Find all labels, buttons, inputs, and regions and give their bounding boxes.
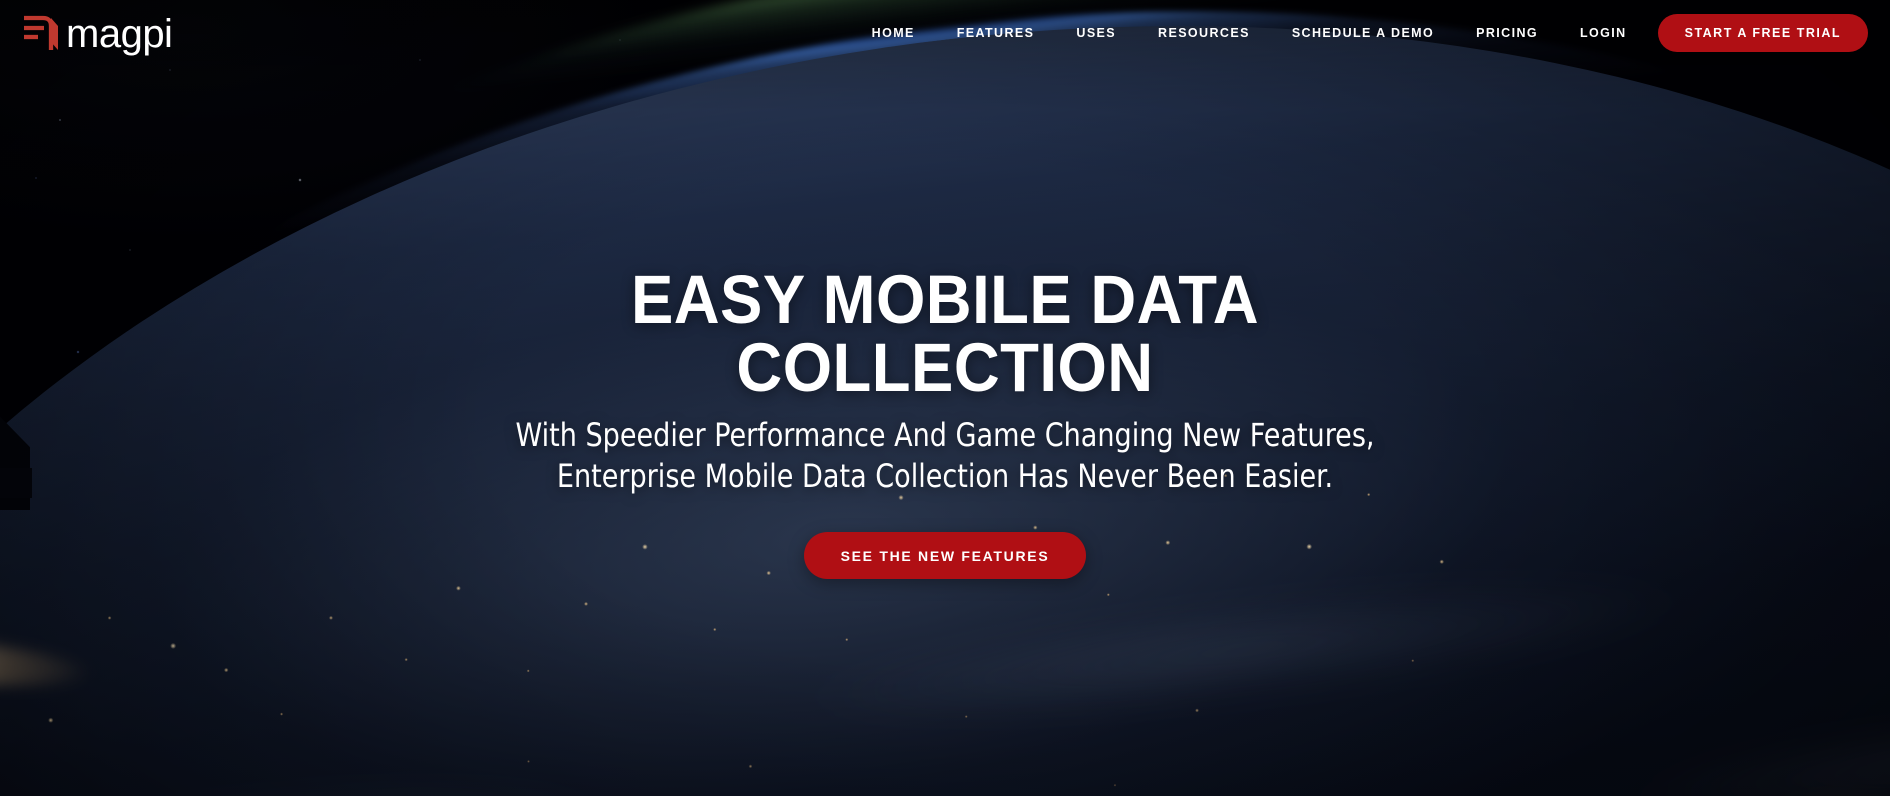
- magpi-logo-mark-icon: [16, 9, 62, 58]
- hero-subheadline-line-1: With Speedier Performance And Game Chang…: [515, 416, 1375, 455]
- nav-link-pricing[interactable]: PRICING: [1455, 27, 1559, 40]
- hero-headline-line-1: EASY MOBILE DATA: [630, 261, 1260, 338]
- nav-link-resources[interactable]: RESOURCES: [1137, 27, 1271, 40]
- start-free-trial-button[interactable]: START A FREE TRIAL: [1657, 14, 1868, 52]
- hero-cta-wrapper: SEE THE NEW FEATURES: [0, 532, 1890, 580]
- site-header: magpi HOME FEATURES USES RESOURCES SCHED…: [0, 0, 1890, 66]
- hero-section: magpi HOME FEATURES USES RESOURCES SCHED…: [0, 0, 1890, 796]
- nav-link-home[interactable]: HOME: [851, 27, 936, 40]
- hero-headline: EASY MOBILE DATA COLLECTION: [439, 265, 1451, 402]
- nav-link-login[interactable]: LOGIN: [1559, 27, 1648, 40]
- hero-content: EASY MOBILE DATA COLLECTION With Speedie…: [0, 265, 1890, 580]
- nav-link-features[interactable]: FEATURES: [936, 27, 1056, 40]
- hero-headline-line-2: COLLECTION: [736, 328, 1154, 406]
- hero-subheadline-line-2: Enterprise Mobile Data Collection Has Ne…: [556, 457, 1334, 496]
- brand-wordmark: magpi: [66, 12, 173, 56]
- see-the-new-features-button[interactable]: SEE THE NEW FEATURES: [803, 532, 1087, 580]
- hero-subheadline: With Speedier Performance And Game Chang…: [57, 415, 1834, 497]
- nav-link-schedule-a-demo[interactable]: SCHEDULE A DEMO: [1271, 27, 1455, 40]
- nav-link-uses[interactable]: USES: [1055, 27, 1137, 40]
- main-navigation: HOME FEATURES USES RESOURCES SCHEDULE A …: [851, 14, 1890, 52]
- brand-logo-link[interactable]: magpi: [16, 8, 173, 58]
